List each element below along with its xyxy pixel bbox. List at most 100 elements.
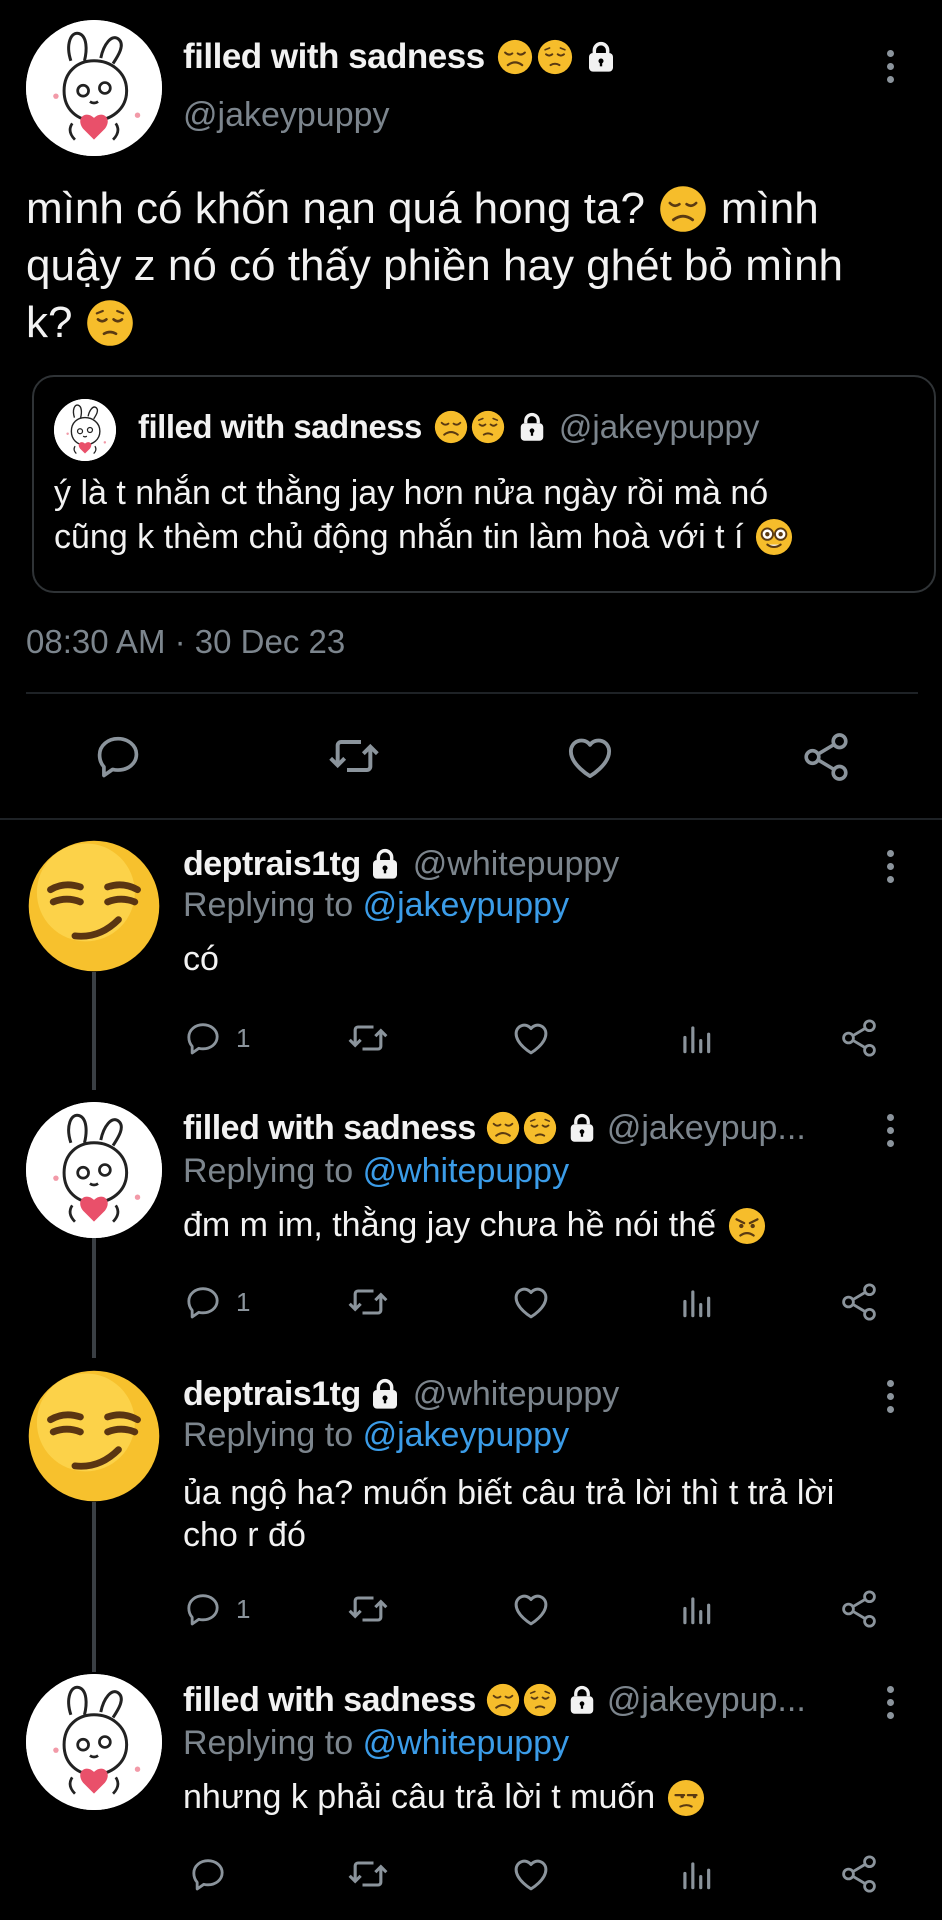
angry-emoji <box>728 1207 766 1245</box>
replying-to-label: Replying to <box>183 1152 354 1190</box>
reply-author-name[interactable]: deptrais1tg <box>183 1375 361 1414</box>
replying-to-link[interactable]: @whitepuppy <box>363 1152 570 1190</box>
thread-line <box>92 1502 96 1672</box>
reply-text: nhưng k phải câu trả lời t muốn <box>183 1778 656 1816</box>
share-icon[interactable] <box>838 1017 880 1059</box>
avatar[interactable] <box>26 838 162 974</box>
quoted-text: ý là t nhắn ct thằng jay hơn nửa ngày rồ… <box>54 471 793 559</box>
tweet-text-line: mình <box>720 184 819 233</box>
share-icon[interactable] <box>838 1853 880 1895</box>
more-icon[interactable] <box>885 850 895 889</box>
reply-text: đm m im, thằng jay chưa hề nói thế <box>183 1206 717 1244</box>
thread-line <box>92 1238 96 1358</box>
reply-author-name[interactable]: filled with sadness <box>183 1109 476 1148</box>
retweet-icon[interactable] <box>346 1852 390 1896</box>
reply-text-line: cho r đó <box>183 1516 306 1554</box>
lock-icon <box>517 412 547 442</box>
replying-to-label: Replying to <box>183 1416 354 1454</box>
disappointed-emoji <box>659 185 707 233</box>
lock-icon <box>567 1685 597 1715</box>
tweet-text-line: k? <box>26 298 73 347</box>
quoted-avatar <box>54 399 116 461</box>
replying-to: Replying to @whitepuppy <box>183 1152 569 1191</box>
reply-author-handle[interactable]: @whitepuppy <box>413 845 620 884</box>
retweet-icon[interactable] <box>326 728 382 784</box>
avatar[interactable] <box>26 1102 162 1238</box>
tweet-text-line: mình có khốn nạn quá hong ta? <box>26 184 645 233</box>
more-icon[interactable] <box>885 1114 895 1153</box>
pensive-emoji <box>537 39 573 75</box>
unamused-emoji <box>667 1779 705 1817</box>
reply-author-row: filled with sadness @jakeypup... <box>183 1679 806 1721</box>
analytics-icon[interactable] <box>677 1020 715 1058</box>
lock-icon <box>369 848 401 880</box>
replying-to-label: Replying to <box>183 886 354 924</box>
reply-author-row: filled with sadness @jakeypup... <box>183 1107 806 1149</box>
share-icon[interactable] <box>838 1281 880 1323</box>
replying-to-label: Replying to <box>183 1724 354 1762</box>
tweet-text: mình có khốn nạn quá hong ta? mình quậy … <box>26 180 916 351</box>
reply-icon[interactable] <box>92 730 144 782</box>
reply-author-name[interactable]: filled with sadness <box>183 1681 476 1720</box>
reply-icon[interactable] <box>188 1854 228 1894</box>
share-icon[interactable] <box>799 730 853 784</box>
quoted-text-line: ý là t nhắn ct thằng jay hơn nửa ngày rồ… <box>54 474 769 512</box>
replying-to-link[interactable]: @whitepuppy <box>363 1724 570 1762</box>
avatar[interactable] <box>26 20 162 156</box>
thread-line <box>92 972 96 1090</box>
avatar[interactable] <box>26 1368 162 1504</box>
replying-to-link[interactable]: @jakeypuppy <box>363 1416 570 1454</box>
quoted-author-handle: @jakeypuppy <box>558 408 760 445</box>
more-icon[interactable] <box>885 1380 895 1419</box>
like-icon[interactable] <box>510 1588 552 1630</box>
reply-author-handle[interactable]: @whitepuppy <box>413 1375 620 1414</box>
retweet-icon[interactable] <box>346 1016 390 1060</box>
timestamp: 08:30 AM · 30 Dec 23 <box>26 623 346 660</box>
reply-author-name[interactable]: deptrais1tg <box>183 845 361 884</box>
replying-to-link[interactable]: @jakeypuppy <box>363 886 570 924</box>
quoted-author-row: filled with sadness @jakeypuppy <box>138 407 759 447</box>
divider <box>26 692 918 694</box>
reply-text-row: nhưng k phải câu trả lời t muốn <box>183 1778 705 1817</box>
pensive-emoji <box>86 299 134 347</box>
reply-count: 1 <box>236 1287 251 1317</box>
like-icon[interactable] <box>510 1017 552 1059</box>
reply-text-row: đm m im, thằng jay chưa hề nói thế <box>183 1206 766 1245</box>
pensive-emoji <box>471 410 505 444</box>
retweet-icon[interactable] <box>346 1587 390 1631</box>
analytics-icon[interactable] <box>677 1856 715 1894</box>
reply-text: ủa ngộ ha? muốn biết câu trả lời thì t t… <box>183 1472 834 1556</box>
more-icon[interactable] <box>885 1686 895 1725</box>
quoted-text-line: cũng k thèm chủ động nhắn tin làm hoà vớ… <box>54 518 744 556</box>
like-icon[interactable] <box>563 730 617 784</box>
replying-to: Replying to @jakeypuppy <box>183 886 569 925</box>
like-icon[interactable] <box>510 1853 552 1895</box>
reply-icon[interactable] <box>183 1018 223 1058</box>
reply-author-handle[interactable]: @jakeypup... <box>607 1681 806 1720</box>
like-icon[interactable] <box>510 1281 552 1323</box>
more-icon[interactable] <box>885 50 895 89</box>
reply-author-handle[interactable]: @jakeypup... <box>607 1109 806 1148</box>
reply-text-line: ủa ngộ ha? muốn biết câu trả lời thì t t… <box>183 1474 835 1512</box>
author-name[interactable]: filled with sadness <box>183 37 485 77</box>
quoted-author-name: filled with sadness <box>138 408 422 445</box>
disappointed-emoji <box>497 39 533 75</box>
reply-icon[interactable] <box>183 1589 223 1629</box>
reply-icon[interactable] <box>183 1282 223 1322</box>
nerd-emoji <box>755 518 793 556</box>
pensive-emoji <box>523 1683 557 1717</box>
analytics-icon[interactable] <box>677 1284 715 1322</box>
author-handle[interactable]: @jakeypuppy <box>183 96 390 135</box>
reply-count: 1 <box>236 1594 251 1624</box>
retweet-icon[interactable] <box>346 1280 390 1324</box>
avatar[interactable] <box>26 1674 162 1810</box>
reply-count: 1 <box>236 1023 251 1053</box>
pensive-emoji <box>523 1111 557 1145</box>
reply-author-row: deptrais1tg @whitepuppy <box>183 843 619 885</box>
quoted-tweet[interactable]: filled with sadness @jakeypuppy ý là t n… <box>32 375 936 593</box>
replying-to: Replying to @jakeypuppy <box>183 1416 569 1455</box>
replying-to: Replying to @whitepuppy <box>183 1724 569 1763</box>
share-icon[interactable] <box>838 1588 880 1630</box>
reply-text: có <box>183 940 219 978</box>
analytics-icon[interactable] <box>677 1591 715 1629</box>
